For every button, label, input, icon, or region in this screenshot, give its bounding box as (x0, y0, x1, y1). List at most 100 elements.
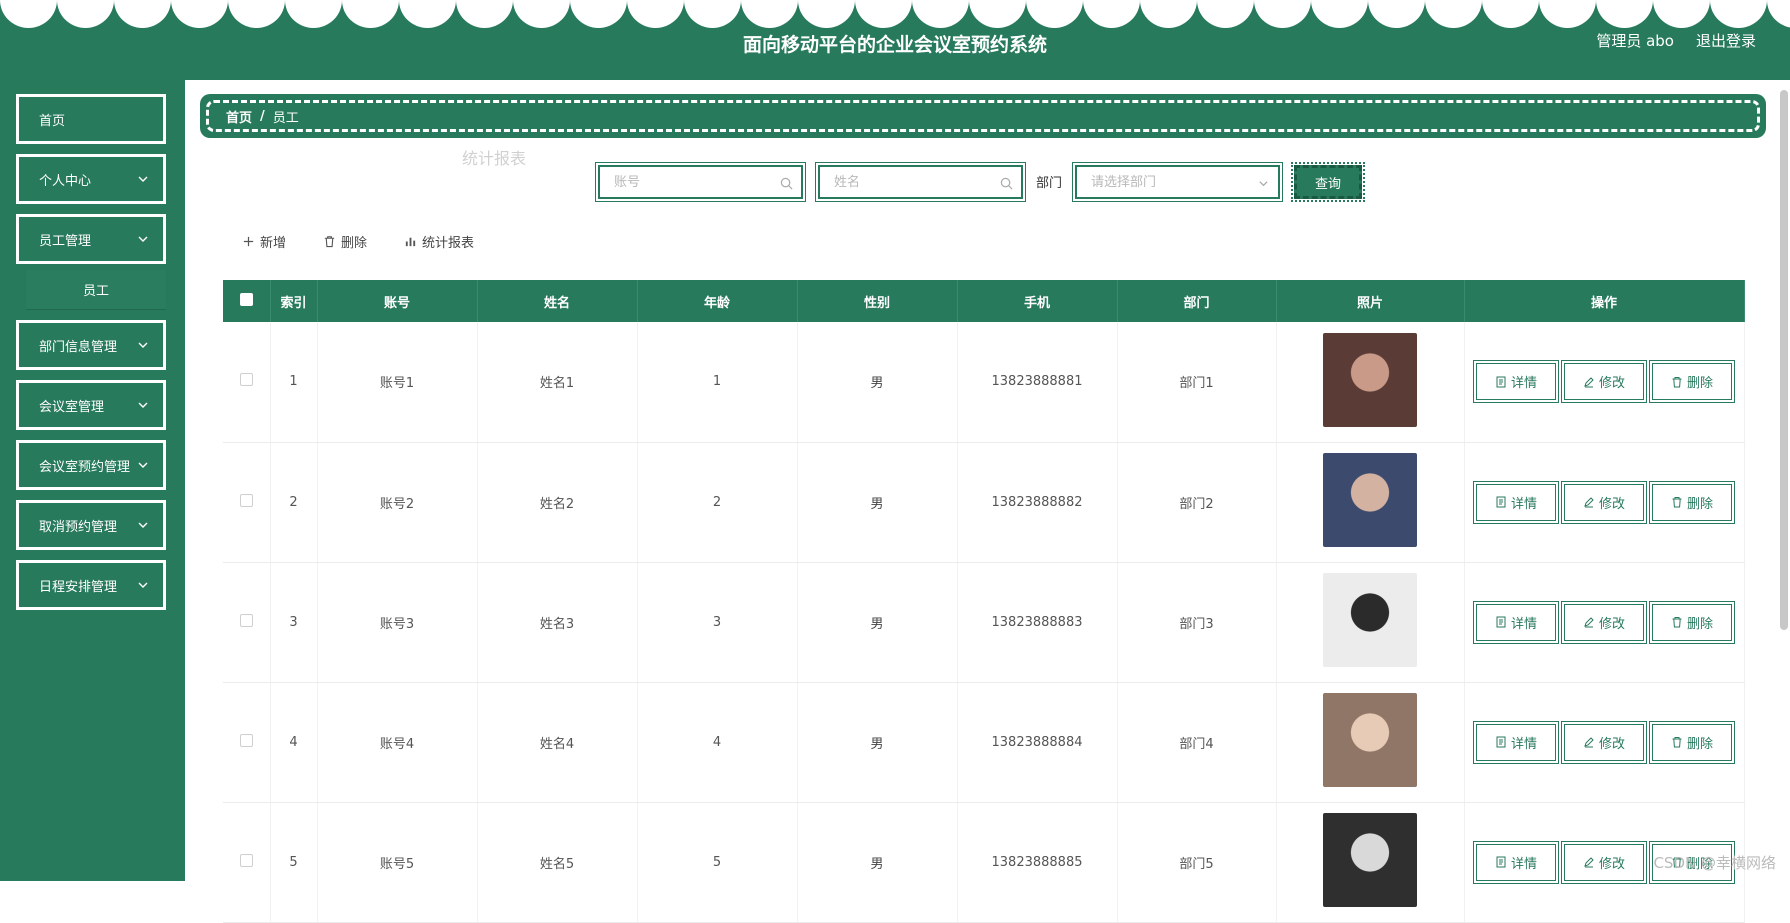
sidebar-item-cancel-reservation[interactable]: 取消预约管理 (16, 500, 166, 550)
staff-photo[interactable] (1323, 813, 1417, 907)
sidebar-item-personal-center[interactable]: 个人中心 (16, 154, 166, 204)
detail-button[interactable]: 详情 (1476, 363, 1556, 400)
department-select[interactable] (1075, 165, 1280, 199)
row-checkbox[interactable] (240, 614, 253, 627)
add-label: 新增 (260, 232, 286, 251)
edit-button[interactable]: 修改 (1564, 363, 1644, 400)
scallop (627, 0, 684, 28)
sidebar-item-department-management[interactable]: 部门信息管理 (16, 320, 166, 370)
cell-photo (1276, 802, 1464, 922)
edit-label: 修改 (1599, 853, 1625, 872)
scallop (912, 0, 969, 28)
staff-photo[interactable] (1323, 573, 1417, 667)
scallop (684, 0, 741, 28)
trash-icon (1671, 496, 1683, 508)
scallop (798, 0, 855, 28)
cell-department: 部门4 (1117, 682, 1276, 802)
search-icon (1000, 177, 1013, 190)
column-header[interactable]: 账号 (317, 280, 477, 322)
account-search-input[interactable] (600, 167, 801, 197)
column-header[interactable]: 部门 (1117, 280, 1276, 322)
row-checkbox-cell[interactable] (223, 442, 270, 562)
sidebar-item-schedule-management[interactable]: 日程安排管理 (16, 560, 166, 610)
sidebar-subitem-staff[interactable]: 员工 (26, 270, 166, 310)
trash-icon (1671, 736, 1683, 748)
sidebar-item-reservation-management[interactable]: 会议室预约管理 (16, 440, 166, 490)
report-button[interactable]: 统计报表 (404, 232, 474, 251)
edit-label: 修改 (1599, 372, 1625, 391)
breadcrumb-current: 员工 (273, 107, 299, 126)
row-checkbox-cell[interactable] (223, 562, 270, 682)
cell-account: 账号1 (317, 322, 477, 442)
cell-name: 姓名3 (477, 562, 637, 682)
scallop (1710, 0, 1767, 28)
add-button[interactable]: 新增 (242, 232, 286, 251)
staff-photo[interactable] (1323, 453, 1417, 547)
cell-operations: 详情 修改 删除 (1464, 442, 1744, 562)
sidebar-item-meeting-room-management[interactable]: 会议室管理 (16, 380, 166, 430)
delete-button[interactable]: 删除 (1652, 604, 1732, 641)
department-label: 部门 (1036, 172, 1062, 191)
column-header[interactable]: 姓名 (477, 280, 637, 322)
detail-label: 详情 (1511, 853, 1537, 872)
row-checkbox-cell[interactable] (223, 802, 270, 922)
detail-button[interactable]: 详情 (1476, 484, 1556, 521)
department-select-input[interactable] (1077, 167, 1278, 197)
delete-button[interactable]: 删除 (1652, 363, 1732, 400)
trash-icon (1671, 616, 1683, 628)
cell-name: 姓名2 (477, 442, 637, 562)
detail-button[interactable]: 详情 (1476, 724, 1556, 761)
sidebar-item-staff-management[interactable]: 员工管理 (16, 214, 166, 264)
edit-button[interactable]: 修改 (1564, 844, 1644, 881)
edit-button[interactable]: 修改 (1564, 604, 1644, 641)
cell-department: 部门2 (1117, 442, 1276, 562)
cell-phone: 13823888883 (957, 562, 1117, 682)
breadcrumb-home[interactable]: 首页 (226, 107, 252, 126)
cell-age: 2 (637, 442, 797, 562)
staff-table: 索引 账号 姓名 年龄 性别 手机 部门 照片 操作 1 账号1 姓名1 1 男… (223, 280, 1745, 923)
pencil-icon (1583, 736, 1595, 748)
scallop (969, 0, 1026, 28)
row-checkbox[interactable] (240, 373, 253, 386)
scallop (0, 0, 57, 28)
detail-button[interactable]: 详情 (1476, 604, 1556, 641)
row-checkbox[interactable] (240, 854, 253, 867)
row-checkbox-cell[interactable] (223, 322, 270, 442)
row-checkbox[interactable] (240, 494, 253, 507)
delete-label: 删除 (1687, 733, 1713, 752)
edit-button[interactable]: 修改 (1564, 724, 1644, 761)
select-all-checkbox[interactable] (240, 293, 253, 306)
edit-button[interactable]: 修改 (1564, 484, 1644, 521)
scallop (1425, 0, 1482, 28)
cell-operations: 详情 修改 删除 (1464, 682, 1744, 802)
select-all-cell[interactable] (223, 280, 270, 322)
batch-delete-button[interactable]: 删除 (323, 232, 367, 251)
logout-link[interactable]: 退出登录 (1696, 30, 1756, 51)
scallop (1311, 0, 1368, 28)
scallop (1596, 0, 1653, 28)
scallop (1539, 0, 1596, 28)
column-header[interactable]: 手机 (957, 280, 1117, 322)
detail-label: 详情 (1511, 372, 1537, 391)
scallop (228, 0, 285, 28)
staff-photo[interactable] (1323, 333, 1417, 427)
detail-label: 详情 (1511, 493, 1537, 512)
column-header[interactable]: 性别 (797, 280, 957, 322)
staff-photo[interactable] (1323, 693, 1417, 787)
scallop (285, 0, 342, 28)
sidebar-item-label: 部门信息管理 (39, 336, 117, 355)
scrollbar[interactable] (1780, 90, 1788, 630)
delete-button[interactable]: 删除 (1652, 724, 1732, 761)
row-checkbox[interactable] (240, 734, 253, 747)
scallop (1767, 0, 1790, 28)
cell-age: 5 (637, 802, 797, 922)
detail-button[interactable]: 详情 (1476, 844, 1556, 881)
cell-gender: 男 (797, 562, 957, 682)
row-checkbox-cell[interactable] (223, 682, 270, 802)
query-button[interactable]: 查询 (1294, 165, 1362, 199)
name-search-input[interactable] (820, 167, 1021, 197)
delete-button[interactable]: 删除 (1652, 484, 1732, 521)
cell-account: 账号4 (317, 682, 477, 802)
column-header[interactable]: 年龄 (637, 280, 797, 322)
sidebar-item-home[interactable]: 首页 (16, 94, 166, 144)
